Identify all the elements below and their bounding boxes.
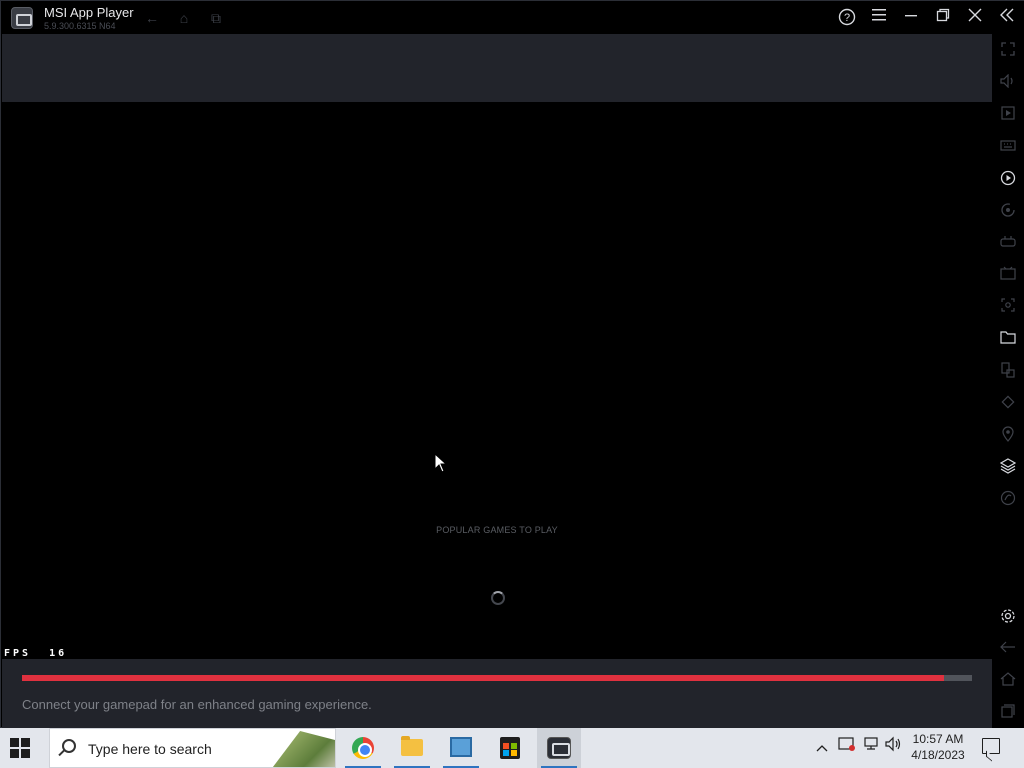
help-icon[interactable]: ? [837,8,857,28]
fullscreen-icon[interactable] [999,42,1017,60]
taskbar-chrome[interactable] [341,728,385,768]
security-tray-icon[interactable] [836,728,858,768]
taskbar-control-panel[interactable] [439,728,483,768]
search-highlight-image [271,731,335,767]
restore-icon[interactable] [933,8,953,28]
popular-games-label: POPULAR GAMES TO PLAY [436,525,558,535]
search-icon [62,739,76,753]
collapse-sidebar-icon[interactable] [997,8,1017,28]
android-back-icon[interactable] [999,640,1017,658]
app-version: 5.9.300.6315 N64 [44,21,116,31]
top-banner-area [2,34,992,102]
microsoft-store-icon [500,737,520,759]
keyboard-icon[interactable] [999,138,1017,156]
chrome-icon [352,737,374,759]
android-home-icon[interactable] [999,672,1017,690]
app-window: MSI App Player 5.9.300.6315 N64 ← ⌂ ⧉ ? … [0,0,1024,729]
gamepad-hint-panel: Connect your gamepad for an enhanced gam… [2,659,992,729]
msi-app-player-icon [547,737,571,759]
speaker-icon[interactable] [884,728,904,768]
window-title: MSI App Player [44,5,134,20]
screenshot-icon[interactable] [999,298,1017,316]
taskbar-search-box[interactable]: Type here to search [49,728,336,768]
loading-progress-fill [22,675,944,681]
file-explorer-icon [401,736,423,756]
settings-icon[interactable] [999,608,1017,626]
gamepad-icon[interactable] [999,234,1017,252]
home-icon[interactable]: ⌂ [176,10,192,26]
notifications-icon[interactable] [982,738,1000,754]
close-icon[interactable] [965,8,985,28]
show-hidden-icons-icon[interactable] [812,728,832,768]
back-arrow-icon[interactable]: ← [144,10,160,26]
taskbar-msi-app-player[interactable] [537,728,581,768]
right-toolbar [992,34,1024,729]
search-placeholder: Type here to search [88,741,212,757]
rotate-icon[interactable] [999,394,1017,412]
svg-text:?: ? [844,12,850,24]
control-panel-icon [450,737,472,757]
clock-time[interactable]: 10:57 AM [905,732,971,746]
record-icon[interactable] [999,266,1017,284]
mouse-cursor-icon [434,453,448,473]
msi-app-player-logo-icon [11,7,33,29]
gamepad-hint-text: Connect your gamepad for an enhanced gam… [22,697,372,712]
layers-icon[interactable] [999,458,1017,476]
network-icon[interactable] [860,728,882,768]
clock-date[interactable]: 4/18/2023 [905,748,971,762]
media-icon[interactable] [999,106,1017,124]
windows-taskbar: Type here to search 10:57 AM 4/18/2023 [0,728,1024,768]
fps-counter: FPS 16 [4,648,67,659]
eco-mode-icon[interactable] [999,490,1017,508]
title-bar: MSI App Player 5.9.300.6315 N64 ← ⌂ ⧉ ? [1,1,1024,34]
menu-icon[interactable] [869,8,889,28]
taskbar-file-explorer[interactable] [390,728,434,768]
volume-icon[interactable] [999,73,1017,92]
macro-icon[interactable] [999,170,1017,188]
recent-apps-icon[interactable] [999,704,1017,722]
windows-start-icon[interactable] [10,738,30,758]
taskbar-microsoft-store[interactable] [488,728,532,768]
app-content-area: POPULAR GAMES TO PLAY [2,102,992,659]
resize-icon[interactable] [999,362,1017,380]
sync-icon[interactable] [999,202,1017,220]
loading-spinner-icon [491,591,505,605]
location-icon[interactable] [999,426,1017,444]
folder-icon[interactable] [999,330,1017,348]
multi-instance-icon[interactable]: ⧉ [208,10,224,26]
loading-progress-bar [22,675,972,681]
fps-value: 16 [49,648,68,659]
minimize-icon[interactable] [901,8,921,28]
fps-label: FPS [4,648,32,659]
